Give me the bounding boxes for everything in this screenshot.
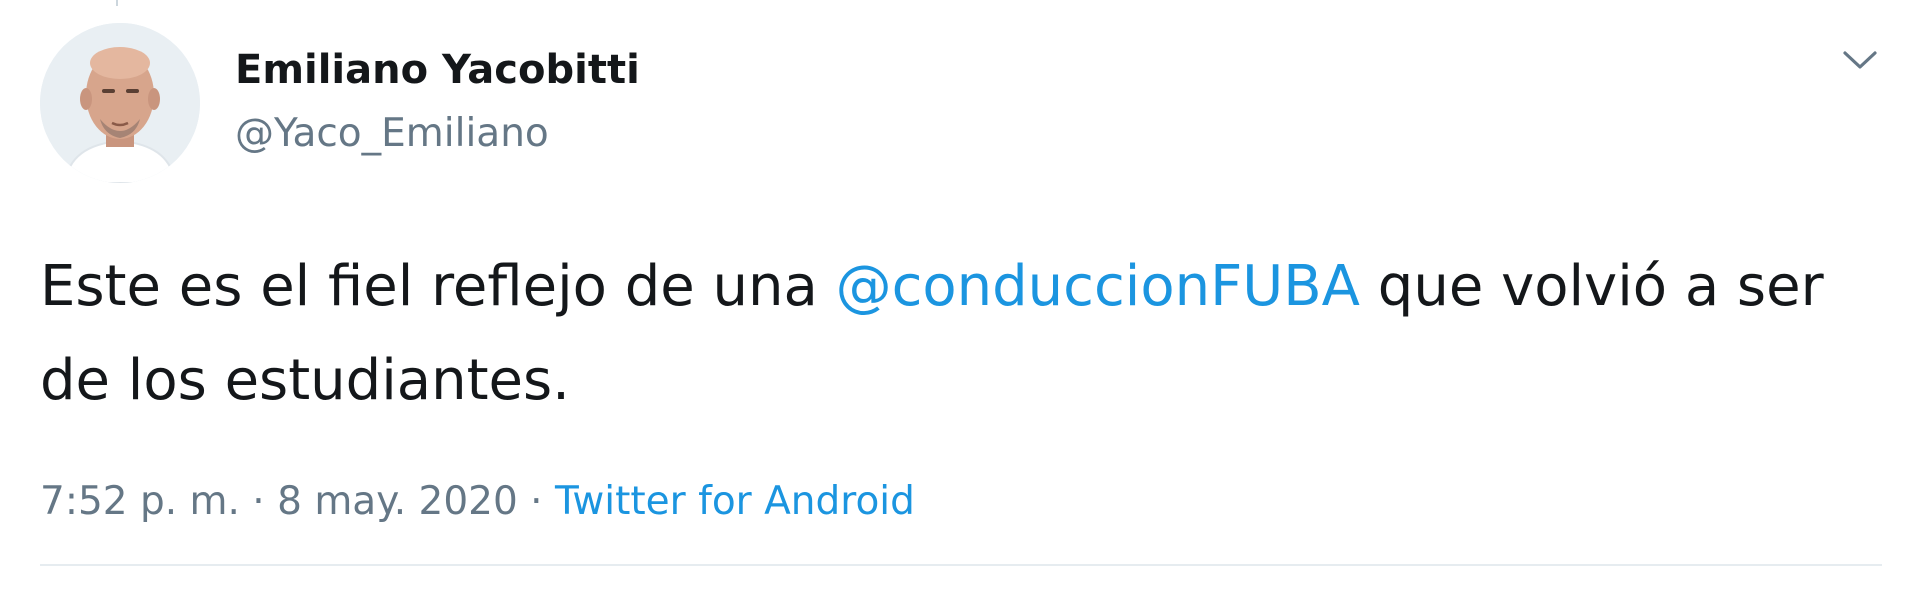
divider [40, 564, 1882, 566]
meta-separator: · [517, 479, 555, 524]
tweet: Emiliano Yacobitti @Yaco_Emiliano Este e… [0, 0, 1920, 599]
tweet-meta: 7:52 p. m. · 8 may. 2020 · Twitter for A… [40, 478, 915, 526]
author-name[interactable]: Emiliano Yacobitti [235, 46, 640, 94]
profile-photo [40, 23, 200, 183]
thread-connector [116, 0, 118, 6]
tweet-source-link[interactable]: Twitter for Android [555, 479, 915, 524]
tweet-menu-button[interactable] [1838, 42, 1882, 78]
tweet-text-start: Este es el fiel reflejo de una [40, 254, 836, 319]
author-handle[interactable]: @Yaco_Emiliano [235, 110, 549, 158]
tweet-timestamp[interactable]: 7:52 p. m. · 8 may. 2020 [40, 479, 518, 524]
chevron-down-icon [1843, 51, 1877, 69]
mention-link[interactable]: @conduccionFUBA [836, 254, 1360, 319]
avatar[interactable] [40, 23, 200, 183]
tweet-text: Este es el fiel reflejo de una @conducci… [40, 240, 1860, 428]
